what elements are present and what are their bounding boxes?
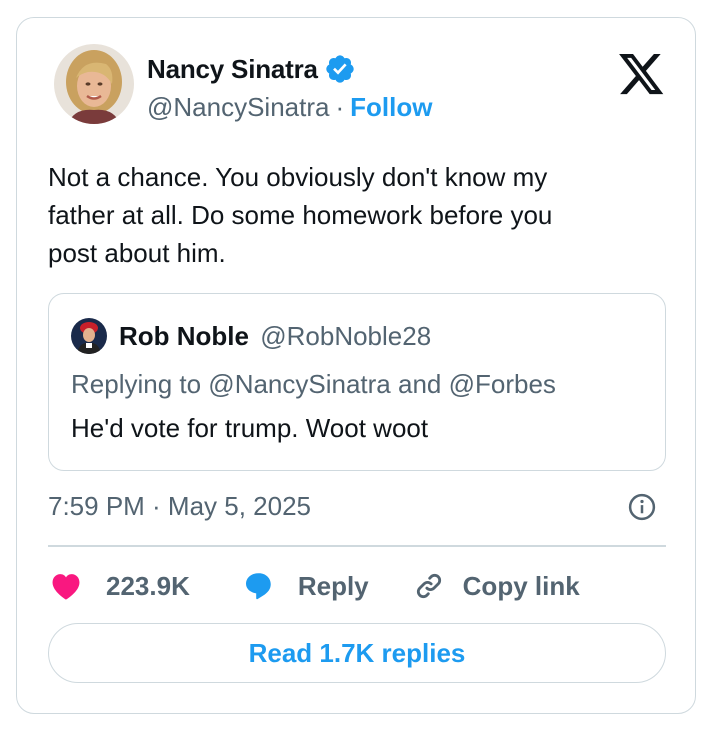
quoted-header: Rob Noble @RobNoble28 [119, 320, 431, 352]
read-replies-button[interactable]: Read 1.7K replies [48, 623, 666, 683]
reply-label: Reply [297, 570, 369, 601]
like-count: 223.9K [106, 570, 190, 601]
x-logo-icon[interactable] [619, 54, 665, 96]
like-button[interactable]: 223.9K [48, 568, 190, 604]
post-text: Not a chance. You obviously don't know m… [48, 158, 648, 272]
quoted-post-text: He'd vote for trump. Woot woot [71, 413, 429, 443]
reply-button[interactable]: Reply [240, 568, 369, 604]
author-handle[interactable]: @NancySinatra [147, 92, 329, 123]
post-text-line: Not a chance. You obviously don't know m… [48, 162, 548, 192]
copy-link-button[interactable]: Copy link [411, 568, 580, 604]
heart-icon [48, 568, 84, 604]
author-name[interactable]: Nancy Sinatra [147, 54, 318, 85]
separator-dot: · [335, 91, 345, 122]
action-bar: 223.9K Reply Copy link [48, 566, 580, 606]
quoted-author-avatar[interactable] [71, 318, 107, 354]
quoted-post[interactable]: Rob Noble @RobNoble28 Replying to @Nancy… [48, 293, 666, 471]
quoted-author-handle: @RobNoble28 [260, 321, 432, 351]
author-avatar[interactable] [54, 44, 134, 124]
replying-to-text: Replying to @NancySinatra and @Forbes [71, 369, 556, 399]
divider [48, 545, 666, 547]
post-timestamp[interactable]: 7:59 PM · May 5, 2025 [48, 490, 311, 522]
info-icon[interactable] [627, 492, 657, 522]
verified-badge-icon [324, 53, 356, 85]
copy-link-label: Copy link [462, 570, 580, 601]
quoted-author-name: Rob Noble [119, 321, 249, 351]
embedded-post-card: Nancy Sinatra @NancySinatra · Follow Not… [16, 17, 696, 714]
post-text-line: father at all. Do some homework before y… [48, 200, 553, 230]
author-info: Nancy Sinatra @NancySinatra · Follow [147, 54, 432, 122]
post-text-line: post about him. [48, 238, 226, 268]
link-icon [411, 568, 447, 604]
reply-bubble-icon [240, 568, 276, 604]
follow-button[interactable]: Follow [350, 92, 432, 123]
